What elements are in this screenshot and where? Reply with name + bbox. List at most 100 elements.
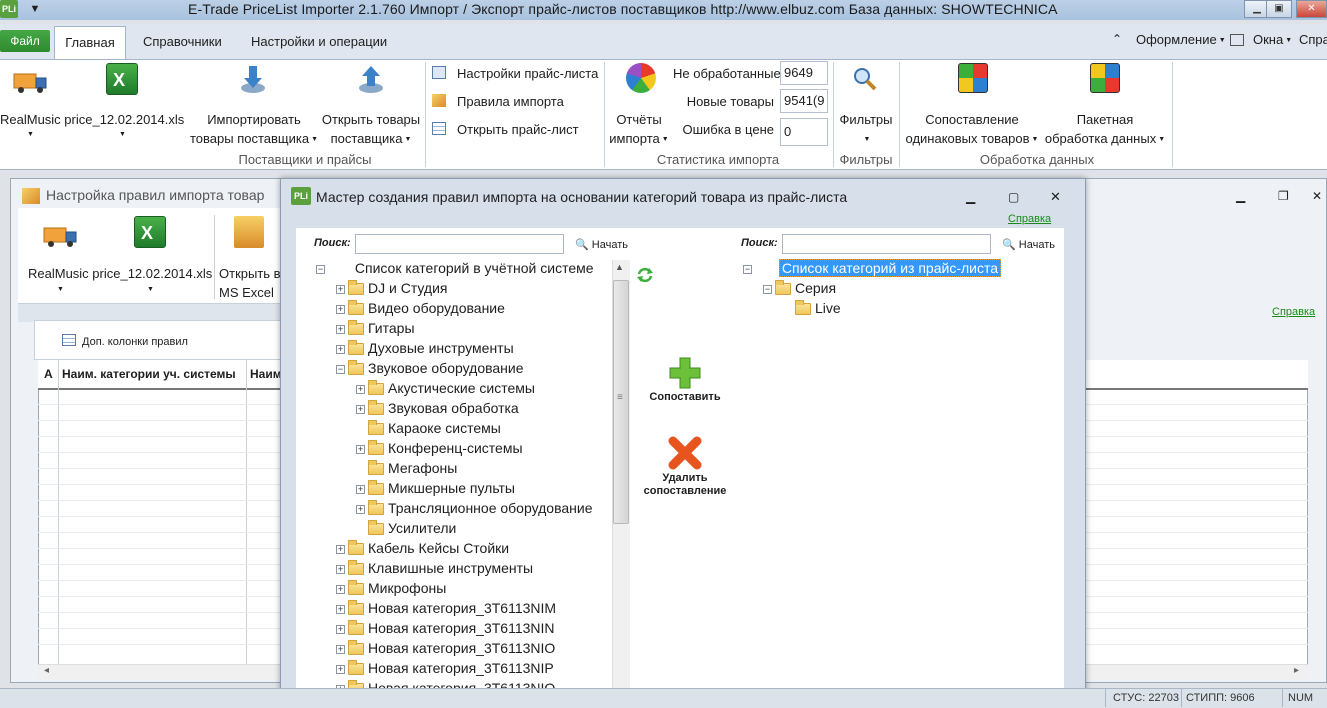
tab-settings-operations[interactable]: Настройки и операции: [241, 30, 397, 54]
tree-item[interactable]: + Кабель Кейсы Стойки: [336, 538, 509, 558]
expand-icon[interactable]: +: [336, 544, 345, 554]
import-rules-button[interactable]: Правила импорта: [457, 94, 564, 109]
tab-home[interactable]: Главная: [54, 26, 126, 60]
caret-up-icon[interactable]: ⌃: [1112, 32, 1122, 46]
tree-item[interactable]: + Микрофоны: [336, 578, 446, 598]
dialog-close-icon[interactable]: ✕: [1050, 189, 1061, 205]
match-button[interactable]: Сопоставить: [640, 391, 730, 403]
expand-icon[interactable]: +: [336, 304, 345, 314]
tree-item[interactable]: + Трансляционное оборудование: [356, 498, 592, 518]
bg-truck-icon[interactable]: [42, 222, 80, 250]
dialog-help-link[interactable]: Справка: [1008, 213, 1051, 225]
open-excel-icon[interactable]: [234, 216, 264, 248]
expand-icon[interactable]: +: [336, 624, 345, 634]
truck-icon[interactable]: [12, 68, 50, 96]
open-pricelist-button[interactable]: Открыть прайс-лист: [457, 122, 579, 137]
import-goods-icon[interactable]: [238, 62, 268, 96]
supplier-file-label[interactable]: RealMusic price_12.02.2014.xls: [0, 110, 184, 129]
file-tab[interactable]: Файл: [0, 30, 50, 52]
cube-batch-icon[interactable]: [1090, 63, 1120, 93]
extra-columns-button[interactable]: Доп. колонки правил: [82, 336, 188, 348]
reports-chart-icon[interactable]: [626, 63, 656, 93]
bg-excel-icon[interactable]: X: [134, 216, 166, 248]
tree-item[interactable]: + Микшерные пульты: [356, 478, 515, 498]
expand-icon[interactable]: +: [356, 504, 365, 514]
column-header-category[interactable]: Наим. категории уч. системы: [62, 367, 236, 381]
pricelist-settings-button[interactable]: Настройки прайс-листа: [457, 66, 598, 81]
right-tree-root[interactable]: − Список категорий из прайс-листа: [743, 258, 1002, 278]
expand-icon[interactable]: +: [336, 344, 345, 354]
open-in-excel-button[interactable]: Открыть в MS Excel: [219, 264, 281, 302]
tree-item[interactable]: Усилители: [356, 518, 456, 538]
app-icon[interactable]: PLi: [0, 0, 18, 18]
batch-processing-button[interactable]: Пакетная обработка данных ▼: [1042, 110, 1168, 149]
expand-icon[interactable]: +: [336, 284, 345, 294]
tree-item[interactable]: − Звуковое оборудование: [336, 358, 524, 378]
open-goods-button[interactable]: Открыть товары поставщика ▼: [320, 110, 422, 149]
collapse-icon[interactable]: −: [743, 264, 752, 274]
scroll-up-icon[interactable]: ▲: [615, 262, 624, 272]
windows-menu[interactable]: Окна ▼: [1253, 32, 1292, 47]
tree-item[interactable]: + Акустические системы: [356, 378, 535, 398]
tree-item[interactable]: Караоке системы: [356, 418, 501, 438]
tree-item[interactable]: Мегафоны: [356, 458, 457, 478]
excel-dropdown-icon[interactable]: ▼: [119, 131, 126, 138]
delete-x-icon[interactable]: [668, 436, 702, 470]
bg-file-label[interactable]: RealMusic price_12.02.2014.xls: [28, 264, 212, 283]
add-plus-icon[interactable]: [668, 356, 702, 390]
tree-item[interactable]: + Новая категория_3T6113NIM: [336, 598, 556, 618]
tab-references[interactable]: Справочники: [133, 30, 232, 54]
magnifier-icon[interactable]: [852, 66, 878, 92]
dialog-maximize-icon[interactable]: ▢: [1008, 190, 1019, 204]
cube-match-icon[interactable]: [958, 63, 988, 93]
collapse-icon[interactable]: −: [316, 264, 325, 274]
tree-item[interactable]: Live: [783, 298, 841, 318]
left-search-start-button[interactable]: 🔍 Начать: [575, 238, 628, 251]
import-reports-button[interactable]: Отчёты импорта ▼: [607, 110, 671, 149]
expand-icon[interactable]: +: [336, 324, 345, 334]
tree-item[interactable]: + Звуковая обработка: [356, 398, 519, 418]
expand-icon[interactable]: +: [336, 584, 345, 594]
expand-icon[interactable]: +: [356, 484, 365, 494]
expand-icon[interactable]: +: [356, 444, 365, 454]
tree-item[interactable]: + Духовые инструменты: [336, 338, 514, 358]
tree-item[interactable]: + Видео оборудование: [336, 298, 505, 318]
help-menu[interactable]: Спра: [1299, 32, 1327, 47]
tree-item[interactable]: + Новая категория_3T6113NIO: [336, 638, 555, 658]
bg-close-icon[interactable]: ✕: [1312, 189, 1322, 203]
bg-minimize-icon[interactable]: ▁: [1236, 189, 1245, 203]
tree-item[interactable]: + Конференц-системы: [356, 438, 523, 458]
left-tree-root[interactable]: − Список категорий в учётной системе: [316, 258, 594, 278]
refresh-icon[interactable]: [636, 266, 654, 284]
import-goods-button[interactable]: Импортировать товары поставщика ▼: [189, 110, 319, 149]
right-search-start-button[interactable]: 🔍 Начать: [1002, 238, 1055, 251]
expand-icon[interactable]: +: [336, 664, 345, 674]
collapse-icon[interactable]: −: [763, 284, 772, 294]
expand-icon[interactable]: +: [336, 644, 345, 654]
scroll-right-icon[interactable]: ▸: [1294, 665, 1299, 676]
tree-item[interactable]: + Клавишные инструменты: [336, 558, 533, 578]
right-search-input[interactable]: [782, 234, 991, 254]
open-goods-icon[interactable]: [356, 62, 386, 96]
expand-icon[interactable]: +: [356, 404, 365, 414]
delete-match-button[interactable]: Удалить сопоставление: [630, 472, 740, 498]
bg-restore-icon[interactable]: ❐: [1278, 189, 1289, 203]
tree-item[interactable]: + Новая категория_3T6113NIP: [336, 658, 554, 678]
bg-file-dropdown-icon[interactable]: ▼: [57, 286, 64, 293]
design-menu[interactable]: Оформление ▼: [1136, 32, 1226, 47]
supplier-dropdown-icon[interactable]: ▼: [27, 131, 34, 138]
tree-item[interactable]: + Гитары: [336, 318, 415, 338]
scroll-left-icon[interactable]: ◂: [44, 665, 49, 676]
collapse-icon[interactable]: −: [336, 364, 345, 374]
tree-item[interactable]: + DJ и Студия: [336, 278, 448, 298]
match-goods-button[interactable]: Сопоставление одинаковых товаров ▼: [902, 110, 1042, 149]
expand-icon[interactable]: +: [336, 564, 345, 574]
bg-help-link[interactable]: Справка: [1272, 306, 1315, 318]
maximize-icon[interactable]: ▣: [1266, 0, 1292, 18]
tree-item[interactable]: − Серия: [763, 278, 836, 298]
left-search-input[interactable]: [355, 234, 564, 254]
column-header-name[interactable]: Наим: [250, 367, 282, 381]
dialog-minimize-icon[interactable]: ▁: [966, 190, 975, 204]
expand-icon[interactable]: +: [356, 384, 365, 394]
excel-icon[interactable]: X: [106, 63, 138, 95]
